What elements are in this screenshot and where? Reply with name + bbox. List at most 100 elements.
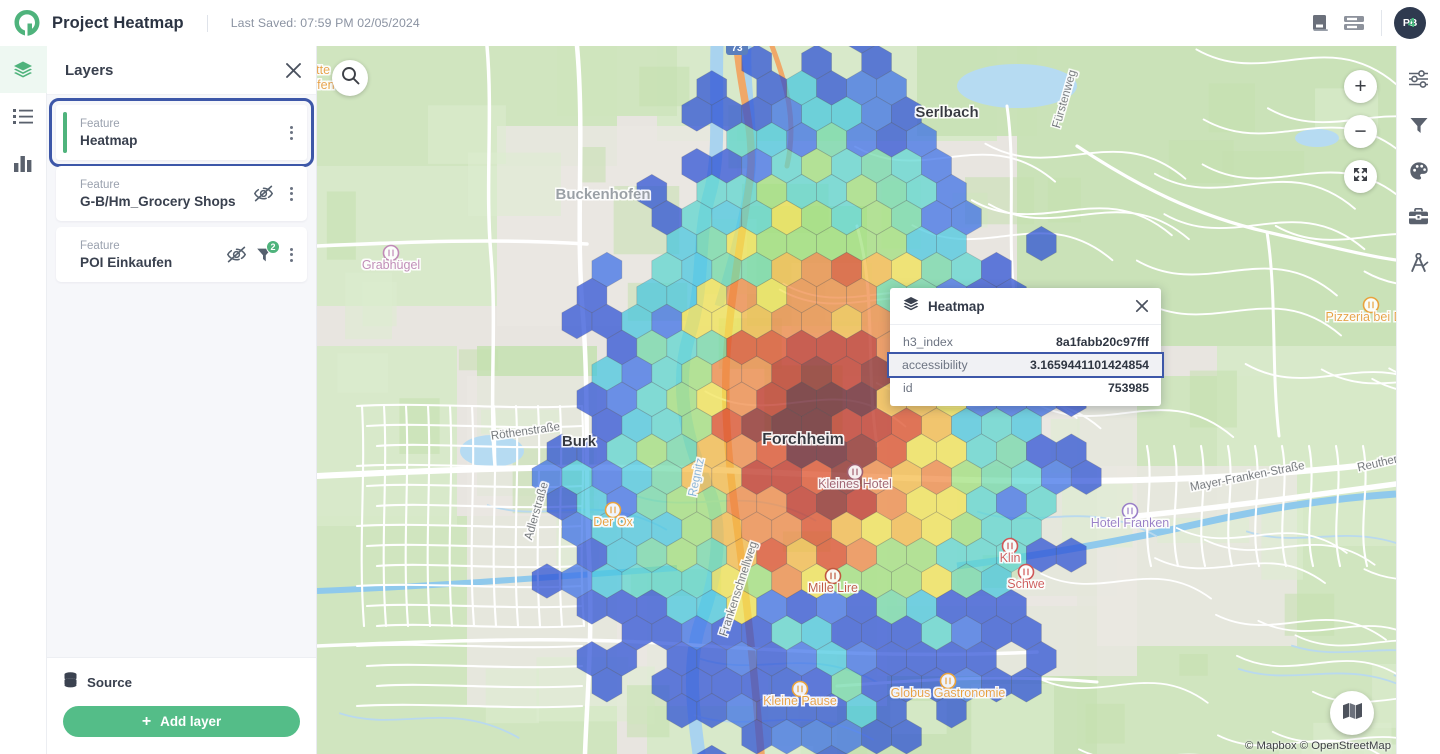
map-render: SportgaststätteSV BuckenhofenSerlbachFür… [317, 46, 1396, 754]
last-saved-text: Last Saved: 07:59 PM 02/05/2024 [230, 16, 420, 30]
brand: Project Heatmap Last Saved: 07:59 PM 02/… [12, 8, 420, 38]
layer-card[interactable]: Feature G-B/Hm_Grocery Shops [56, 166, 307, 221]
header-actions: PB 4 [1303, 6, 1426, 40]
sidebar-item-layers[interactable] [0, 46, 47, 93]
attribute-key: h3_index [903, 335, 953, 349]
layers-panel-footer: Source + Add layer [47, 657, 316, 754]
layer-name-label: Heatmap [80, 132, 138, 148]
left-rail [0, 46, 47, 754]
map-label: Serlbach [915, 104, 978, 121]
layer-card[interactable]: Feature Heatmap [49, 98, 314, 167]
page-title: Layers [65, 61, 114, 79]
close-icon[interactable] [285, 62, 302, 79]
layer-text-block: Feature G-B/Hm_Grocery Shops [80, 179, 236, 209]
app-header: Project Heatmap Last Saved: 07:59 PM 02/… [0, 0, 1440, 46]
layers-panel-header: Layers [47, 46, 316, 95]
source-label: Source [87, 675, 133, 690]
plus-icon: + [141, 712, 152, 730]
map-attribution: © Mapbox © OpenStreetMap [1245, 740, 1391, 752]
map-label: Hotel Franken [1091, 516, 1170, 530]
layer-kind-label: Feature [80, 239, 120, 252]
popup-attribute-row[interactable]: id 753985 [890, 377, 1161, 399]
search-icon [341, 66, 360, 90]
sidebar-item-chart[interactable] [0, 140, 47, 187]
source-row[interactable]: Source [63, 672, 300, 693]
layer-list: Feature Heatmap Feature G-B/Hm_Grocery Shop… [47, 95, 316, 657]
popup-attribute-list: h3_index 8a1fabb20c97fff accessibility 3.16… [887, 325, 1164, 406]
zoom-in-button[interactable]: + [1344, 70, 1377, 103]
attribute-key: id [903, 381, 913, 395]
eye-off-icon[interactable] [227, 246, 246, 263]
avatar[interactable]: PB 4 [1394, 7, 1426, 39]
layer-kind-label: Feature [80, 178, 120, 191]
header-divider [1381, 10, 1382, 36]
attribution-mapbox[interactable]: © Mapbox [1245, 740, 1297, 752]
title-divider [206, 14, 208, 32]
layers-stack-icon [903, 296, 919, 317]
map-label: Schwe [1007, 577, 1045, 591]
map-label: Klin [1000, 551, 1021, 565]
right-toolbar [1396, 46, 1440, 754]
close-icon[interactable] [1135, 299, 1149, 313]
layer-menu-button[interactable] [283, 125, 299, 140]
map-label: Der Ox [593, 515, 633, 529]
map-label: Forchheim [762, 431, 844, 448]
layer-text-block: Feature Heatmap [80, 118, 137, 148]
popup-title: Heatmap [928, 298, 985, 314]
app-root: Project Heatmap Last Saved: 07:59 PM 02/… [0, 0, 1440, 754]
fullscreen-button[interactable] [1344, 160, 1377, 193]
sidebar-item-list[interactable] [0, 93, 47, 140]
layer-name-label: POI Einkaufen [80, 254, 173, 270]
compass-icon[interactable] [1397, 240, 1440, 286]
add-layer-button[interactable]: + Add layer [63, 706, 300, 737]
attribution-osm[interactable]: © OpenStreetMap [1300, 740, 1391, 752]
toolbox-icon[interactable] [1397, 194, 1440, 240]
layer-menu-button[interactable] [283, 247, 299, 262]
sliders-icon[interactable] [1397, 56, 1440, 102]
map-label: Grabhügel [362, 258, 420, 272]
layer-actions: 2 [227, 239, 299, 263]
map-style-button[interactable] [1330, 691, 1374, 735]
filter-count-badge: 2 [266, 239, 280, 254]
map-label: Pizzeria bei Don [1325, 310, 1396, 324]
map-zoom-controls: + − [1344, 70, 1377, 193]
popup-attribute-row[interactable]: h3_index 8a1fabb20c97fff [890, 331, 1161, 353]
map-search-button[interactable] [332, 60, 368, 96]
zoom-out-button[interactable]: − [1344, 115, 1377, 148]
map-icon [1342, 702, 1363, 725]
map-label: Globus Gastronomie [891, 686, 1006, 700]
layer-text-block: Feature POI Einkaufen [80, 240, 172, 270]
attribute-value: 8a1fabb20c97fff [1056, 335, 1149, 349]
map-label: Mille Lire [808, 581, 858, 595]
layer-card[interactable]: Feature POI Einkaufen 2 [56, 227, 307, 282]
map-label: 73 [731, 46, 743, 54]
attribute-value: 3.1659441101424854 [1030, 358, 1149, 372]
database-icon [63, 672, 78, 693]
popup-header: Heatmap [890, 288, 1161, 325]
avatar-accent: 4 [1408, 15, 1416, 30]
popup-attribute-row[interactable]: accessibility 3.1659441101424854 [887, 352, 1164, 378]
layer-name-label: G-B/Hm_Grocery Shops [80, 193, 236, 209]
palette-icon[interactable] [1397, 148, 1440, 194]
layer-accent-bar [63, 112, 67, 153]
attribute-value: 753985 [1107, 381, 1149, 395]
map-canvas[interactable]: SportgaststätteSV BuckenhofenSerlbachFür… [317, 46, 1396, 754]
parrot-logo-icon [12, 8, 42, 38]
layer-menu-button[interactable] [283, 186, 299, 201]
add-layer-label: Add layer [160, 714, 222, 729]
book-icon[interactable] [1303, 6, 1337, 40]
eye-off-icon[interactable] [254, 185, 273, 202]
attribute-key: accessibility [902, 358, 968, 372]
list-view-icon[interactable] [1337, 6, 1371, 40]
layer-actions [254, 185, 299, 202]
layers-panel: Layers Feature Heatmap Feature G-B/Hm_Groce… [47, 46, 317, 754]
layer-kind-label: Feature [80, 117, 120, 130]
filter-icon[interactable]: 2 [256, 239, 280, 263]
filter-icon[interactable] [1397, 102, 1440, 148]
map-label: Sportgaststätte [317, 63, 330, 77]
feature-popup: Heatmap h3_index 8a1fabb20c97fff accessibi… [887, 288, 1164, 406]
layer-actions [283, 125, 299, 140]
expand-icon [1352, 166, 1369, 187]
map-label: Kleine Pause [763, 694, 837, 708]
app-title: Project Heatmap [52, 13, 184, 32]
